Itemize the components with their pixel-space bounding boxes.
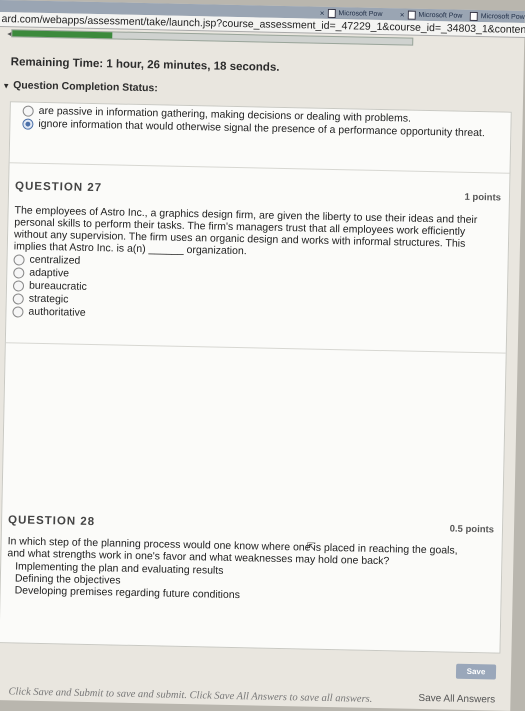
save-button[interactable]: Save [455,663,497,680]
photo-frame: × Microsoft Pow × Microsoft Pow Microsof… [0,0,525,711]
radio-button[interactable] [12,292,24,305]
save-all-answers-button[interactable]: Save All Answers [418,693,495,706]
radio-button[interactable] [12,305,24,318]
answer-label: centralized [29,253,81,267]
document-icon [327,8,336,19]
tab-label: Microsoft Pow [480,13,525,21]
mouse-pointer-icon: ⇱ [306,541,316,554]
remaining-time: Remaining Time: 1 hour, 26 minutes, 18 s… [10,56,280,74]
answer-option[interactable]: strategic [12,292,69,306]
radio-button[interactable] [22,105,34,117]
radio-button[interactable] [12,279,25,292]
answer-label: authoritative [28,305,86,319]
save-instructions: Click Save and Submit to save and submit… [8,686,373,705]
completion-status-label: Question Completion Status: [13,79,158,95]
divider [9,162,510,174]
answer-option[interactable]: adaptive [13,266,70,280]
progress-fill [12,30,113,39]
divider [5,342,506,354]
answer-option[interactable]: bureaucratic [12,279,87,293]
answer-option[interactable]: Developing premises regarding future con… [15,584,240,601]
answer-label: adaptive [29,266,70,280]
assessment-page: ◀ Remaining Time: 1 hour, 26 minutes, 18… [0,27,524,711]
question-title: QUESTION 27 [14,180,103,195]
close-icon[interactable]: × [400,10,405,19]
answer-label: strategic [28,292,69,306]
answer-option[interactable]: centralized [13,253,81,267]
document-icon [407,10,416,20]
question-text: The employees of Astro Inc., a graphics … [13,204,478,258]
radio-button[interactable] [13,253,25,266]
answer-label: bureaucratic [28,279,87,293]
answer-option[interactable]: authoritative [12,305,86,319]
question-title: QUESTION 28 [7,514,96,529]
radio-button-selected[interactable] [22,117,34,130]
close-icon[interactable]: × [320,9,325,18]
chevron-down-icon: ▾ [4,81,9,91]
tab-label: Microsoft Pow [338,10,383,19]
completion-status-toggle[interactable]: ▾ Question Completion Status: [4,79,158,94]
document-icon [469,11,478,22]
question-points: 1 points [464,191,502,204]
question-panel: are passive in information gathering, ma… [0,101,512,706]
radio-button[interactable] [13,266,25,279]
tab-label: Microsoft Pow [418,11,463,20]
question-points: 0.5 points [449,523,495,536]
